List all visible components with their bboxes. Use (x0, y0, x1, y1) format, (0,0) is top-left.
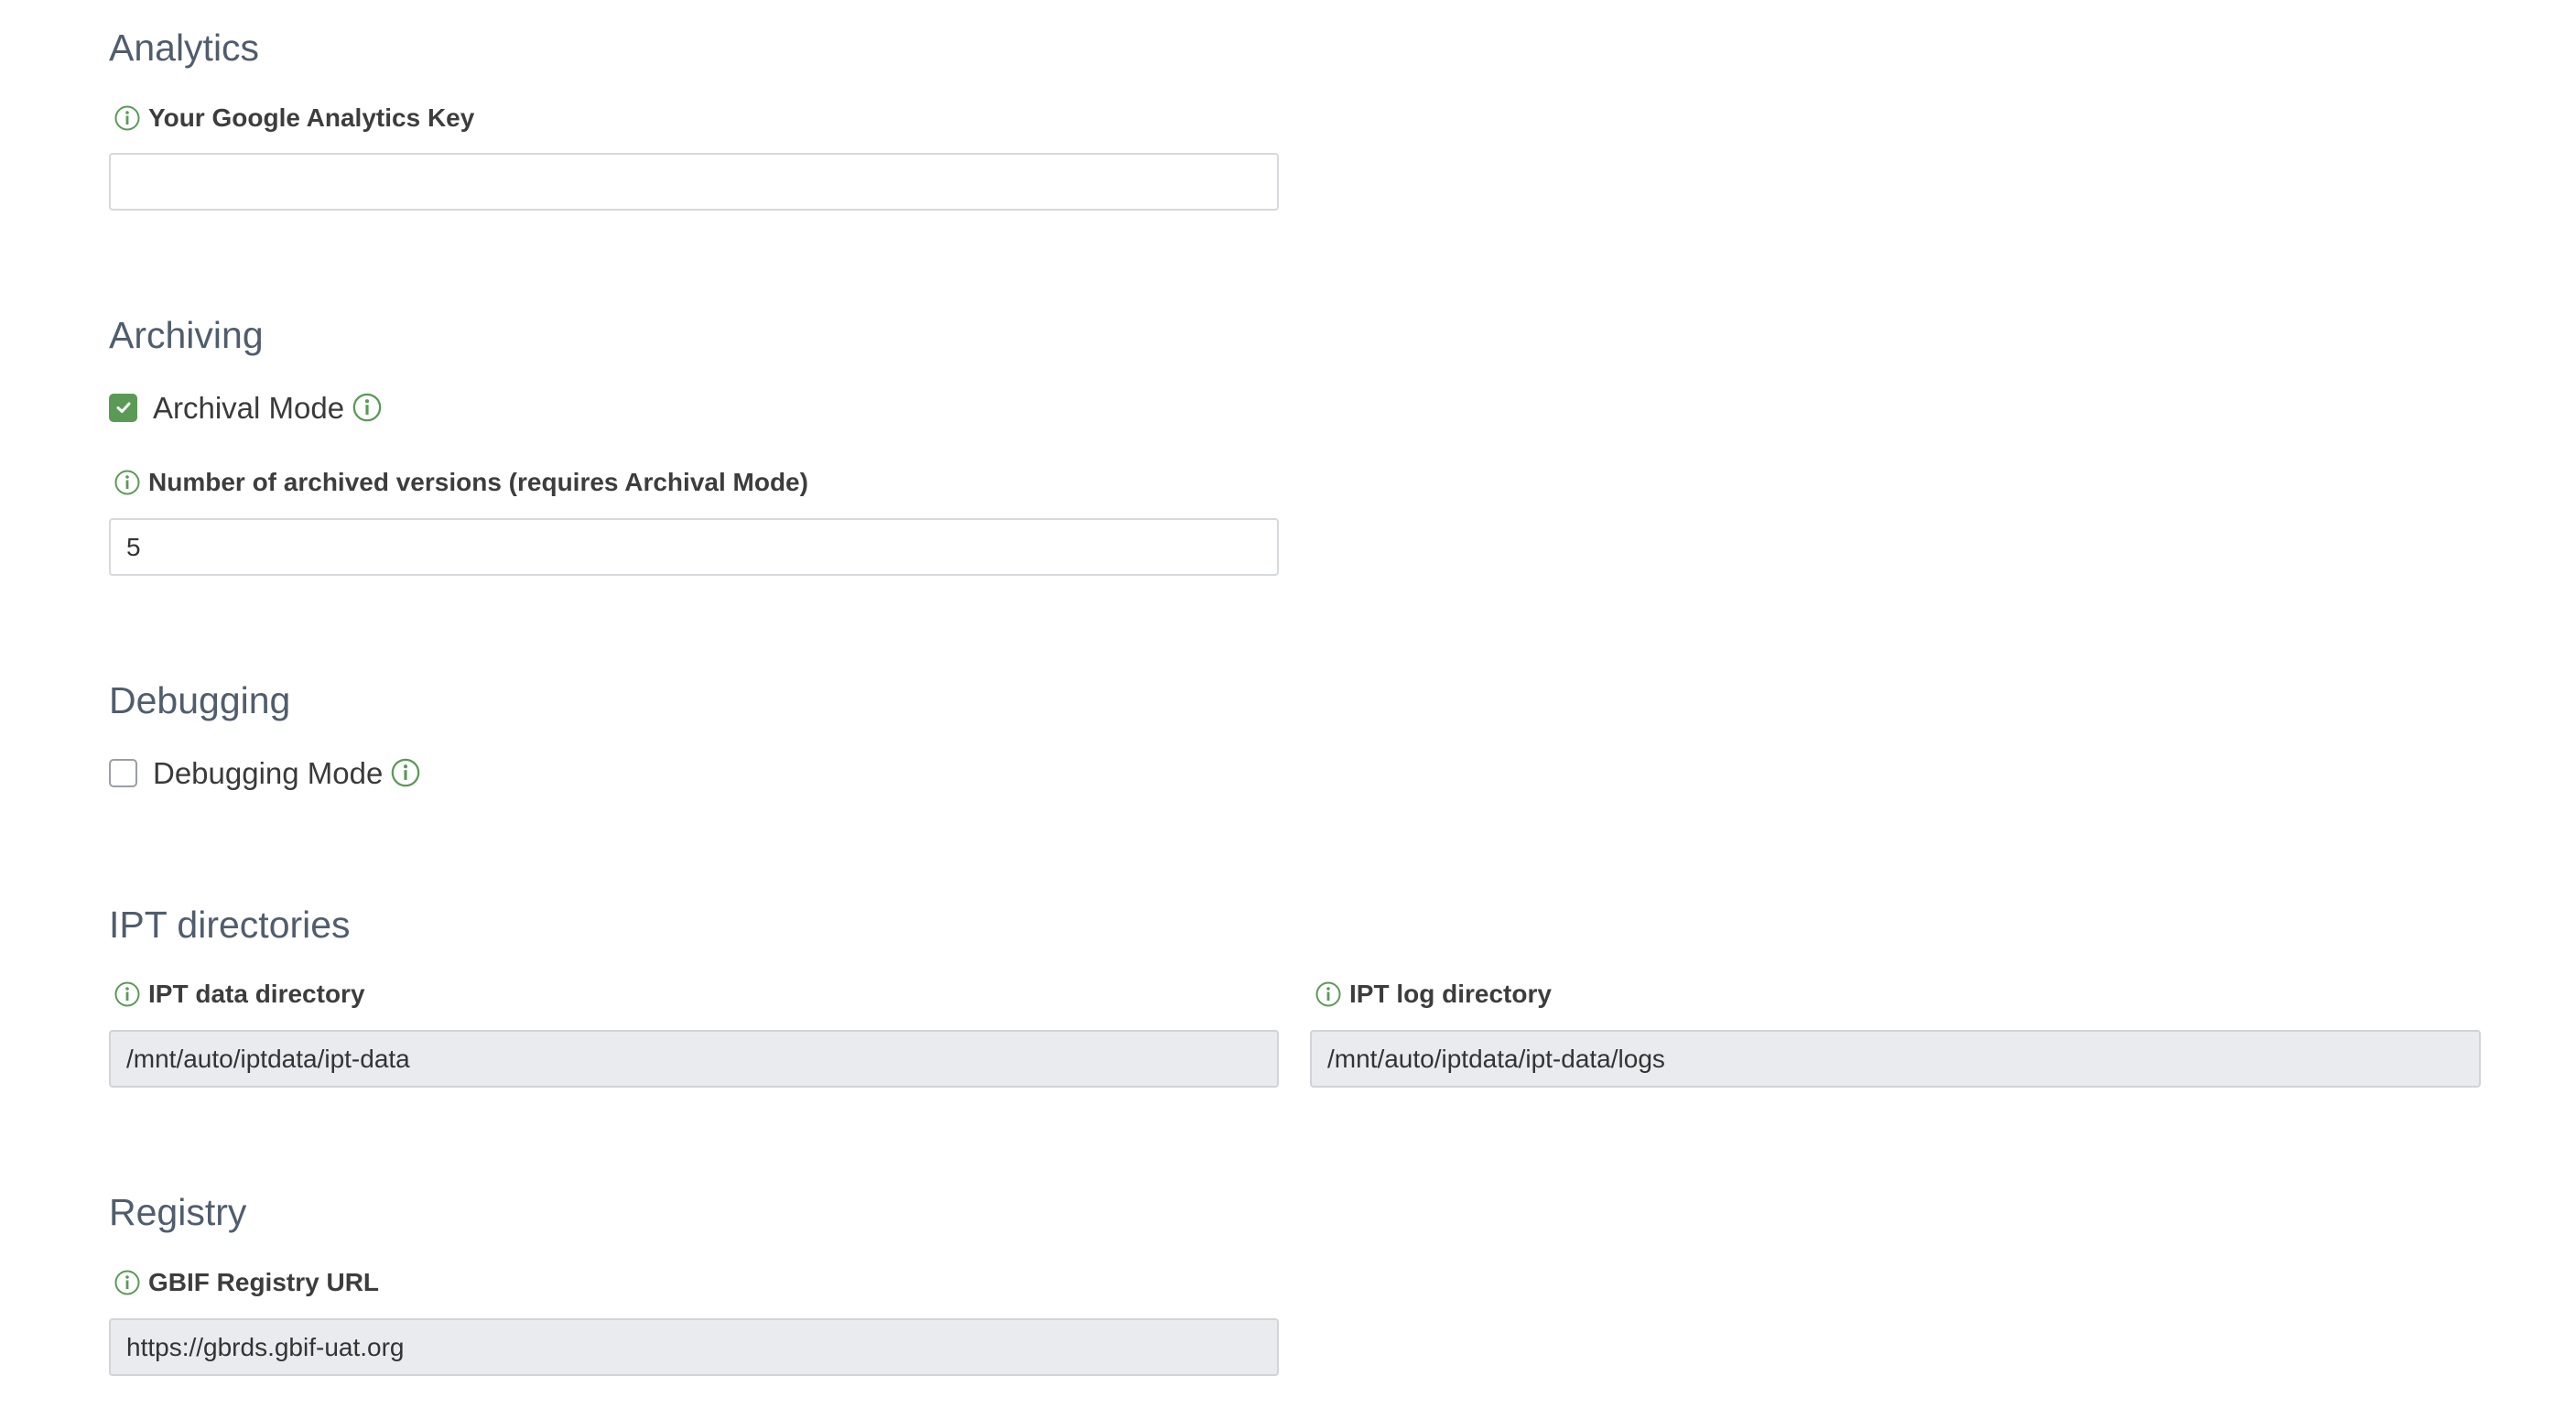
ipt-data-directory-label: IPT data directory (114, 980, 365, 1008)
info-icon[interactable] (114, 104, 141, 132)
info-icon[interactable] (390, 757, 421, 788)
ipt-data-directory-label-text: IPT data directory (148, 980, 365, 1008)
archival-mode-row: Archival Mode (109, 392, 383, 423)
gbif-registry-url-label: GBIF Registry URL (114, 1269, 379, 1296)
debugging-mode-label[interactable]: Debugging Mode (153, 758, 383, 788)
ipt-log-directory-label-text: IPT log directory (1349, 980, 1552, 1008)
section-title-ipt-directories: IPT directories (109, 904, 351, 946)
info-icon[interactable] (114, 980, 141, 1008)
info-icon[interactable] (1315, 980, 1342, 1008)
info-icon[interactable] (352, 392, 383, 423)
section-title-debugging: Debugging (109, 679, 291, 721)
archived-versions-input[interactable] (109, 518, 1279, 576)
ipt-log-directory-input[interactable] (1310, 1030, 2481, 1088)
section-title-analytics: Analytics (109, 27, 260, 69)
info-icon[interactable] (114, 1269, 141, 1296)
checkmark-icon (116, 402, 130, 413)
archival-mode-checkbox[interactable] (109, 393, 137, 422)
section-title-archiving: Archiving (109, 314, 264, 356)
google-analytics-key-label: Your Google Analytics Key (114, 104, 474, 132)
section-title-registry: Registry (109, 1191, 247, 1233)
ipt-log-directory-label: IPT log directory (1315, 980, 1552, 1008)
debugging-mode-row: Debugging Mode (109, 757, 421, 788)
info-icon[interactable] (114, 469, 141, 496)
google-analytics-key-label-text: Your Google Analytics Key (148, 103, 475, 132)
gbif-registry-url-input[interactable] (109, 1318, 1279, 1376)
archived-versions-label: Number of archived versions (requires Ar… (114, 469, 808, 496)
gbif-registry-url-label-text: GBIF Registry URL (148, 1268, 380, 1296)
archival-mode-label[interactable]: Archival Mode (153, 393, 344, 423)
google-analytics-key-input[interactable] (109, 153, 1279, 211)
archived-versions-label-text: Number of archived versions (requires Ar… (148, 468, 808, 496)
ipt-data-directory-input[interactable] (109, 1030, 1279, 1088)
debugging-mode-checkbox[interactable] (109, 758, 137, 787)
settings-page: Analytics Your Google Analytics Key Arch… (0, 0, 2576, 1419)
